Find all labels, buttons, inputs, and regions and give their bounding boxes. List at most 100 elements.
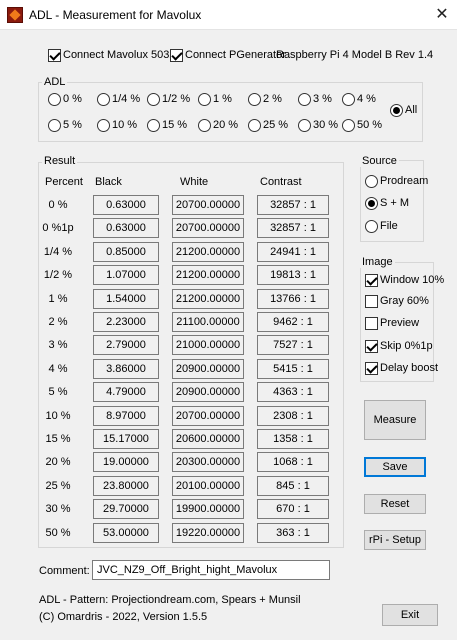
header-black: Black [95,176,122,188]
contrast-value: 5415 : 1 [257,359,329,379]
adl-radio-label[interactable]: 50 % [357,119,382,131]
adl-radio-10-pct[interactable] [97,119,110,132]
comment-input[interactable]: JVC_NZ9_Off_Bright_hight_Mavolux [92,560,330,580]
contrast-value: 32857 : 1 [257,218,329,238]
black-value: 15.17000 [93,429,159,449]
contrast-value: 4363 : 1 [257,382,329,402]
adl-radio-label[interactable]: 2 % [263,93,282,105]
contrast-value: 363 : 1 [257,523,329,543]
adl-radio-all[interactable] [390,104,403,117]
adl-radio-15-pct[interactable] [147,119,160,132]
adl-radio-all-label[interactable]: All [405,104,417,116]
image-checkbox-label[interactable]: Delay boost [380,362,438,374]
adl-radio-4-pct[interactable] [342,93,355,106]
image-checkbox-gray-60pct[interactable] [365,295,378,308]
image-checkbox-window-10pct[interactable] [365,274,378,287]
black-value: 3.86000 [93,359,159,379]
adl-radio-label[interactable]: 10 % [112,119,137,131]
adl-radio-label[interactable]: 1/4 % [112,93,140,105]
white-value: 20900.00000 [172,382,244,402]
connect-pgenerator-label[interactable]: Connect PGenerator [185,49,286,61]
contrast-value: 24941 : 1 [257,242,329,262]
row-percent-label: 50 % [45,527,71,539]
comment-label: Comment: [39,565,90,577]
header-percent: Percent [45,176,83,188]
image-checkbox-label[interactable]: Skip 0%1p [380,340,433,352]
title-bar: ADL - Measurement for Mavolux ✕ [0,0,457,30]
adl-radio-label[interactable]: 30 % [313,119,338,131]
adl-radio-label[interactable]: 3 % [313,93,332,105]
source-radio-s-m[interactable] [365,197,378,210]
row-percent-label: 4 % [48,363,68,375]
white-value: 19900.00000 [172,499,244,519]
adl-radio-25-pct[interactable] [248,119,261,132]
black-value: 0.63000 [93,218,159,238]
adl-radio-label[interactable]: 4 % [357,93,376,105]
adl-radio-2-pct[interactable] [248,93,261,106]
adl-radio-5-pct[interactable] [48,119,61,132]
white-value: 21200.00000 [172,289,244,309]
contrast-value: 845 : 1 [257,476,329,496]
row-percent-label: 1/2 % [43,269,73,281]
result-group-title: Result [42,155,78,167]
adl-radio-3-pct[interactable] [298,93,311,106]
row-percent-label: 1/4 % [43,246,73,258]
source-radio-label[interactable]: File [380,220,398,232]
window-title: ADL - Measurement for Mavolux [29,8,202,22]
black-value: 1.07000 [93,265,159,285]
contrast-value: 19813 : 1 [257,265,329,285]
image-checkbox-preview[interactable] [365,317,378,330]
footer-pattern-credit: ADL - Pattern: Projectiondream.com, Spea… [39,594,301,606]
source-radio-label[interactable]: Prodream [380,175,428,187]
adl-radio-label[interactable]: 15 % [162,119,187,131]
adl-radio-1-pct[interactable] [198,93,211,106]
adl-radio-label[interactable]: 1/2 % [162,93,190,105]
image-checkbox-label[interactable]: Window 10% [380,274,444,286]
close-icon[interactable]: ✕ [427,0,457,30]
image-checkbox-label[interactable]: Preview [380,317,419,329]
black-value: 23.80000 [93,476,159,496]
image-checkbox-delay-boost[interactable] [365,362,378,375]
source-radio-label[interactable]: S + M [380,197,409,209]
connect-mavolux-label[interactable]: Connect Mavolux 5032 [63,49,176,61]
source-radio-prodream[interactable] [365,175,378,188]
connect-pgenerator-checkbox[interactable] [170,49,183,62]
exit-button[interactable]: Exit [382,604,438,626]
image-checkbox-label[interactable]: Gray 60% [380,295,429,307]
adl-radio-0-pct[interactable] [48,93,61,106]
source-radio-file[interactable] [365,220,378,233]
save-button[interactable]: Save [364,457,426,477]
black-value: 8.97000 [93,406,159,426]
connect-mavolux-checkbox[interactable] [48,49,61,62]
footer-copyright: (C) Omardris - 2022, Version 1.5.5 [39,611,208,623]
adl-radio-label[interactable]: 5 % [63,119,82,131]
adl-radio-label[interactable]: 1 % [213,93,232,105]
black-value: 19.00000 [93,452,159,472]
adl-radio-20-pct[interactable] [198,119,211,132]
header-white: White [180,176,209,188]
white-value: 20300.00000 [172,452,244,472]
adl-radio-50-pct[interactable] [342,119,355,132]
adl-radio-1-2-pct[interactable] [147,93,160,106]
white-value: 20700.00000 [172,406,244,426]
row-percent-label: 1 % [48,293,68,305]
white-value: 21200.00000 [172,242,244,262]
measure-button[interactable]: Measure [364,400,426,440]
image-checkbox-skip-0pct1p[interactable] [365,340,378,353]
adl-radio-1-4-pct[interactable] [97,93,110,106]
black-value: 53.00000 [93,523,159,543]
adl-radio-label[interactable]: 0 % [63,93,82,105]
adl-radio-30-pct[interactable] [298,119,311,132]
contrast-value: 670 : 1 [257,499,329,519]
rpi-setup-button[interactable]: rPi - Setup [364,530,426,550]
black-value: 0.63000 [93,195,159,215]
device-info: Raspberry Pi 4 Model B Rev 1.4 [276,49,434,61]
adl-radio-label[interactable]: 25 % [263,119,288,131]
black-value: 1.54000 [93,289,159,309]
white-value: 20600.00000 [172,429,244,449]
adl-radio-label[interactable]: 20 % [213,119,238,131]
black-value: 0.85000 [93,242,159,262]
reset-button[interactable]: Reset [364,494,426,514]
white-value: 21000.00000 [172,335,244,355]
contrast-value: 13766 : 1 [257,289,329,309]
